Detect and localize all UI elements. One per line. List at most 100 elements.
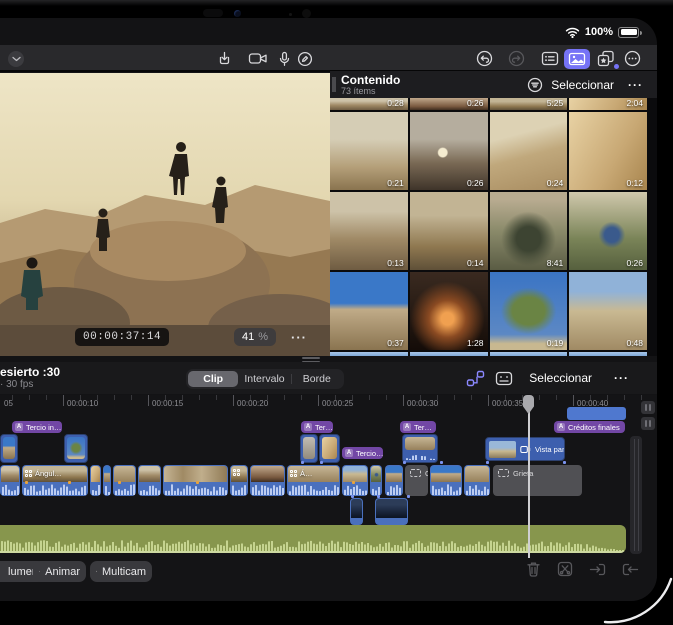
timeline-more-button[interactable]: ··· <box>608 370 635 386</box>
video-clip[interactable] <box>103 465 111 496</box>
multicam-square <box>294 474 297 477</box>
ruler-tick <box>488 395 489 406</box>
annotate-button[interactable] <box>296 45 314 72</box>
content-thumbnail[interactable] <box>409 352 488 356</box>
title-clip[interactable]: A Ter… <box>301 421 333 433</box>
collapse-toolbar-button[interactable] <box>6 45 26 72</box>
content-thumbnail[interactable] <box>489 352 568 356</box>
video-clip[interactable] <box>90 465 101 496</box>
content-thumbnail[interactable] <box>569 352 647 356</box>
content-thumbnail[interactable]: 0:12 <box>569 112 647 190</box>
connected-clip[interactable] <box>64 434 88 463</box>
content-thumbnail[interactable]: 0:13 <box>330 192 408 270</box>
gap-clip[interactable]: G… <box>405 465 428 496</box>
video-clip[interactable]: Á… <box>287 465 340 496</box>
content-thumbnail[interactable]: 8:41 <box>489 192 568 270</box>
clip-waveform <box>104 482 110 495</box>
audio-clip[interactable] <box>0 525 626 553</box>
filter-circle-icon[interactable] <box>527 77 543 93</box>
viewer-more-button[interactable]: ··· <box>291 330 307 345</box>
media-browser-button[interactable] <box>563 45 591 72</box>
panel-more-button[interactable]: ··· <box>622 77 649 93</box>
connected-clip-vista[interactable]: Vista pan… <box>485 437 565 461</box>
zoom-level-button[interactable]: 41% <box>234 328 277 346</box>
timeline-scrollbar[interactable] <box>630 436 642 554</box>
undo-button[interactable] <box>474 45 494 72</box>
content-thumbnail[interactable]: 0:37 <box>330 272 408 350</box>
clip-duration: 0:26 <box>466 178 484 188</box>
connected-audio-clip[interactable] <box>567 407 626 420</box>
redo-button[interactable] <box>506 45 526 72</box>
video-clip[interactable]: Ángul… <box>22 465 88 496</box>
connected-clip-lower[interactable] <box>350 498 363 525</box>
timeline-overview-icon[interactable] <box>495 371 513 386</box>
clip-waveform <box>164 482 227 495</box>
video-clip[interactable] <box>113 465 136 496</box>
content-thumbnail[interactable]: 0:26 <box>409 112 488 190</box>
status-bar: 100% <box>565 26 642 38</box>
timeline[interactable]: 05 00:00:10 00:00:15 00:00:20 00:00:25 00:00:… <box>0 395 657 558</box>
video-clip[interactable] <box>370 465 382 496</box>
collapsed-lane-widget[interactable] <box>641 401 655 414</box>
viewer[interactable]: 00:00:37:14 41% ··· <box>0 73 330 356</box>
connected-clip[interactable] <box>0 434 18 463</box>
content-thumbnail[interactable]: 0:48 <box>569 272 647 350</box>
video-clip[interactable] <box>0 465 20 496</box>
record-video-button[interactable] <box>246 45 270 72</box>
video-clip[interactable] <box>138 465 161 496</box>
multicam-button[interactable]: Multicam <box>90 561 152 582</box>
timeline-ruler[interactable]: 05 00:00:10 00:00:15 00:00:20 00:00:25 00:00:… <box>0 395 657 413</box>
content-thumbnail[interactable]: 0:24 <box>489 112 568 190</box>
select-button[interactable]: Seleccionar <box>551 78 614 92</box>
connected-clip[interactable] <box>300 434 318 463</box>
content-thumbnail[interactable]: 5:25 <box>489 98 568 110</box>
project-index-button[interactable] <box>540 45 560 72</box>
ruler-label: 00:00:20 <box>237 399 269 408</box>
clip-waveform <box>288 482 339 495</box>
gap-clip[interactable]: Grieta <box>493 465 582 496</box>
tab-borde[interactable]: Borde <box>292 371 342 387</box>
content-thumbnail[interactable]: 0:21 <box>330 112 408 190</box>
title-clip[interactable]: A Tercio… <box>342 447 383 459</box>
title-clip[interactable]: A Créditos finales <box>554 421 625 433</box>
clip-thumbnail <box>164 466 227 482</box>
content-thumbnail[interactable] <box>330 352 408 356</box>
delete-clip-button[interactable] <box>526 561 541 580</box>
content-thumbnail[interactable]: 0:26 <box>409 98 488 110</box>
blade-button[interactable] <box>557 561 573 580</box>
stacks-button[interactable] <box>594 45 619 72</box>
timecode-display[interactable]: 00:00:37:14 <box>75 328 170 346</box>
timeline-select-button[interactable]: Seleccionar <box>523 370 598 386</box>
connected-clip[interactable] <box>319 434 340 463</box>
content-thumbnail[interactable]: 0:28 <box>330 98 408 110</box>
panel-drag-handle[interactable] <box>332 77 336 92</box>
tab-intervalo[interactable]: Intervalo <box>238 371 290 387</box>
content-thumbnail[interactable]: 0:19 <box>489 272 568 350</box>
video-clip[interactable] <box>430 465 462 496</box>
video-clip[interactable] <box>250 465 285 496</box>
title-clip[interactable]: A Ter… <box>400 421 436 433</box>
playhead-line[interactable] <box>528 398 530 558</box>
content-thumbnail[interactable]: 2:04 <box>569 98 647 110</box>
import-button[interactable] <box>214 45 234 72</box>
animate-button[interactable]: Animar <box>33 561 86 582</box>
more-button[interactable] <box>622 45 642 72</box>
multicam-square <box>290 474 293 477</box>
content-thumbnail[interactable]: 1:28 <box>409 272 488 350</box>
video-clip[interactable] <box>342 465 368 496</box>
clip-label: Vista pan… <box>535 444 564 454</box>
collapsed-lane-widget[interactable] <box>641 417 655 430</box>
connect-clips-icon[interactable] <box>466 370 485 387</box>
tab-clip[interactable]: Clip <box>188 371 239 387</box>
video-clip[interactable] <box>464 465 490 496</box>
video-clip[interactable] <box>385 465 403 496</box>
content-thumbnail[interactable]: 0:14 <box>409 192 488 270</box>
connected-clip-lower[interactable] <box>375 498 408 525</box>
insert-clip-button[interactable] <box>589 562 606 580</box>
content-thumbnail[interactable]: 0:26 <box>569 192 647 270</box>
overwrite-clip-button[interactable] <box>622 562 639 580</box>
title-clip[interactable]: A Tercio in… <box>12 421 62 433</box>
connected-clip[interactable] <box>402 434 438 463</box>
record-audio-button[interactable] <box>276 45 292 72</box>
video-clip[interactable] <box>230 465 248 496</box>
